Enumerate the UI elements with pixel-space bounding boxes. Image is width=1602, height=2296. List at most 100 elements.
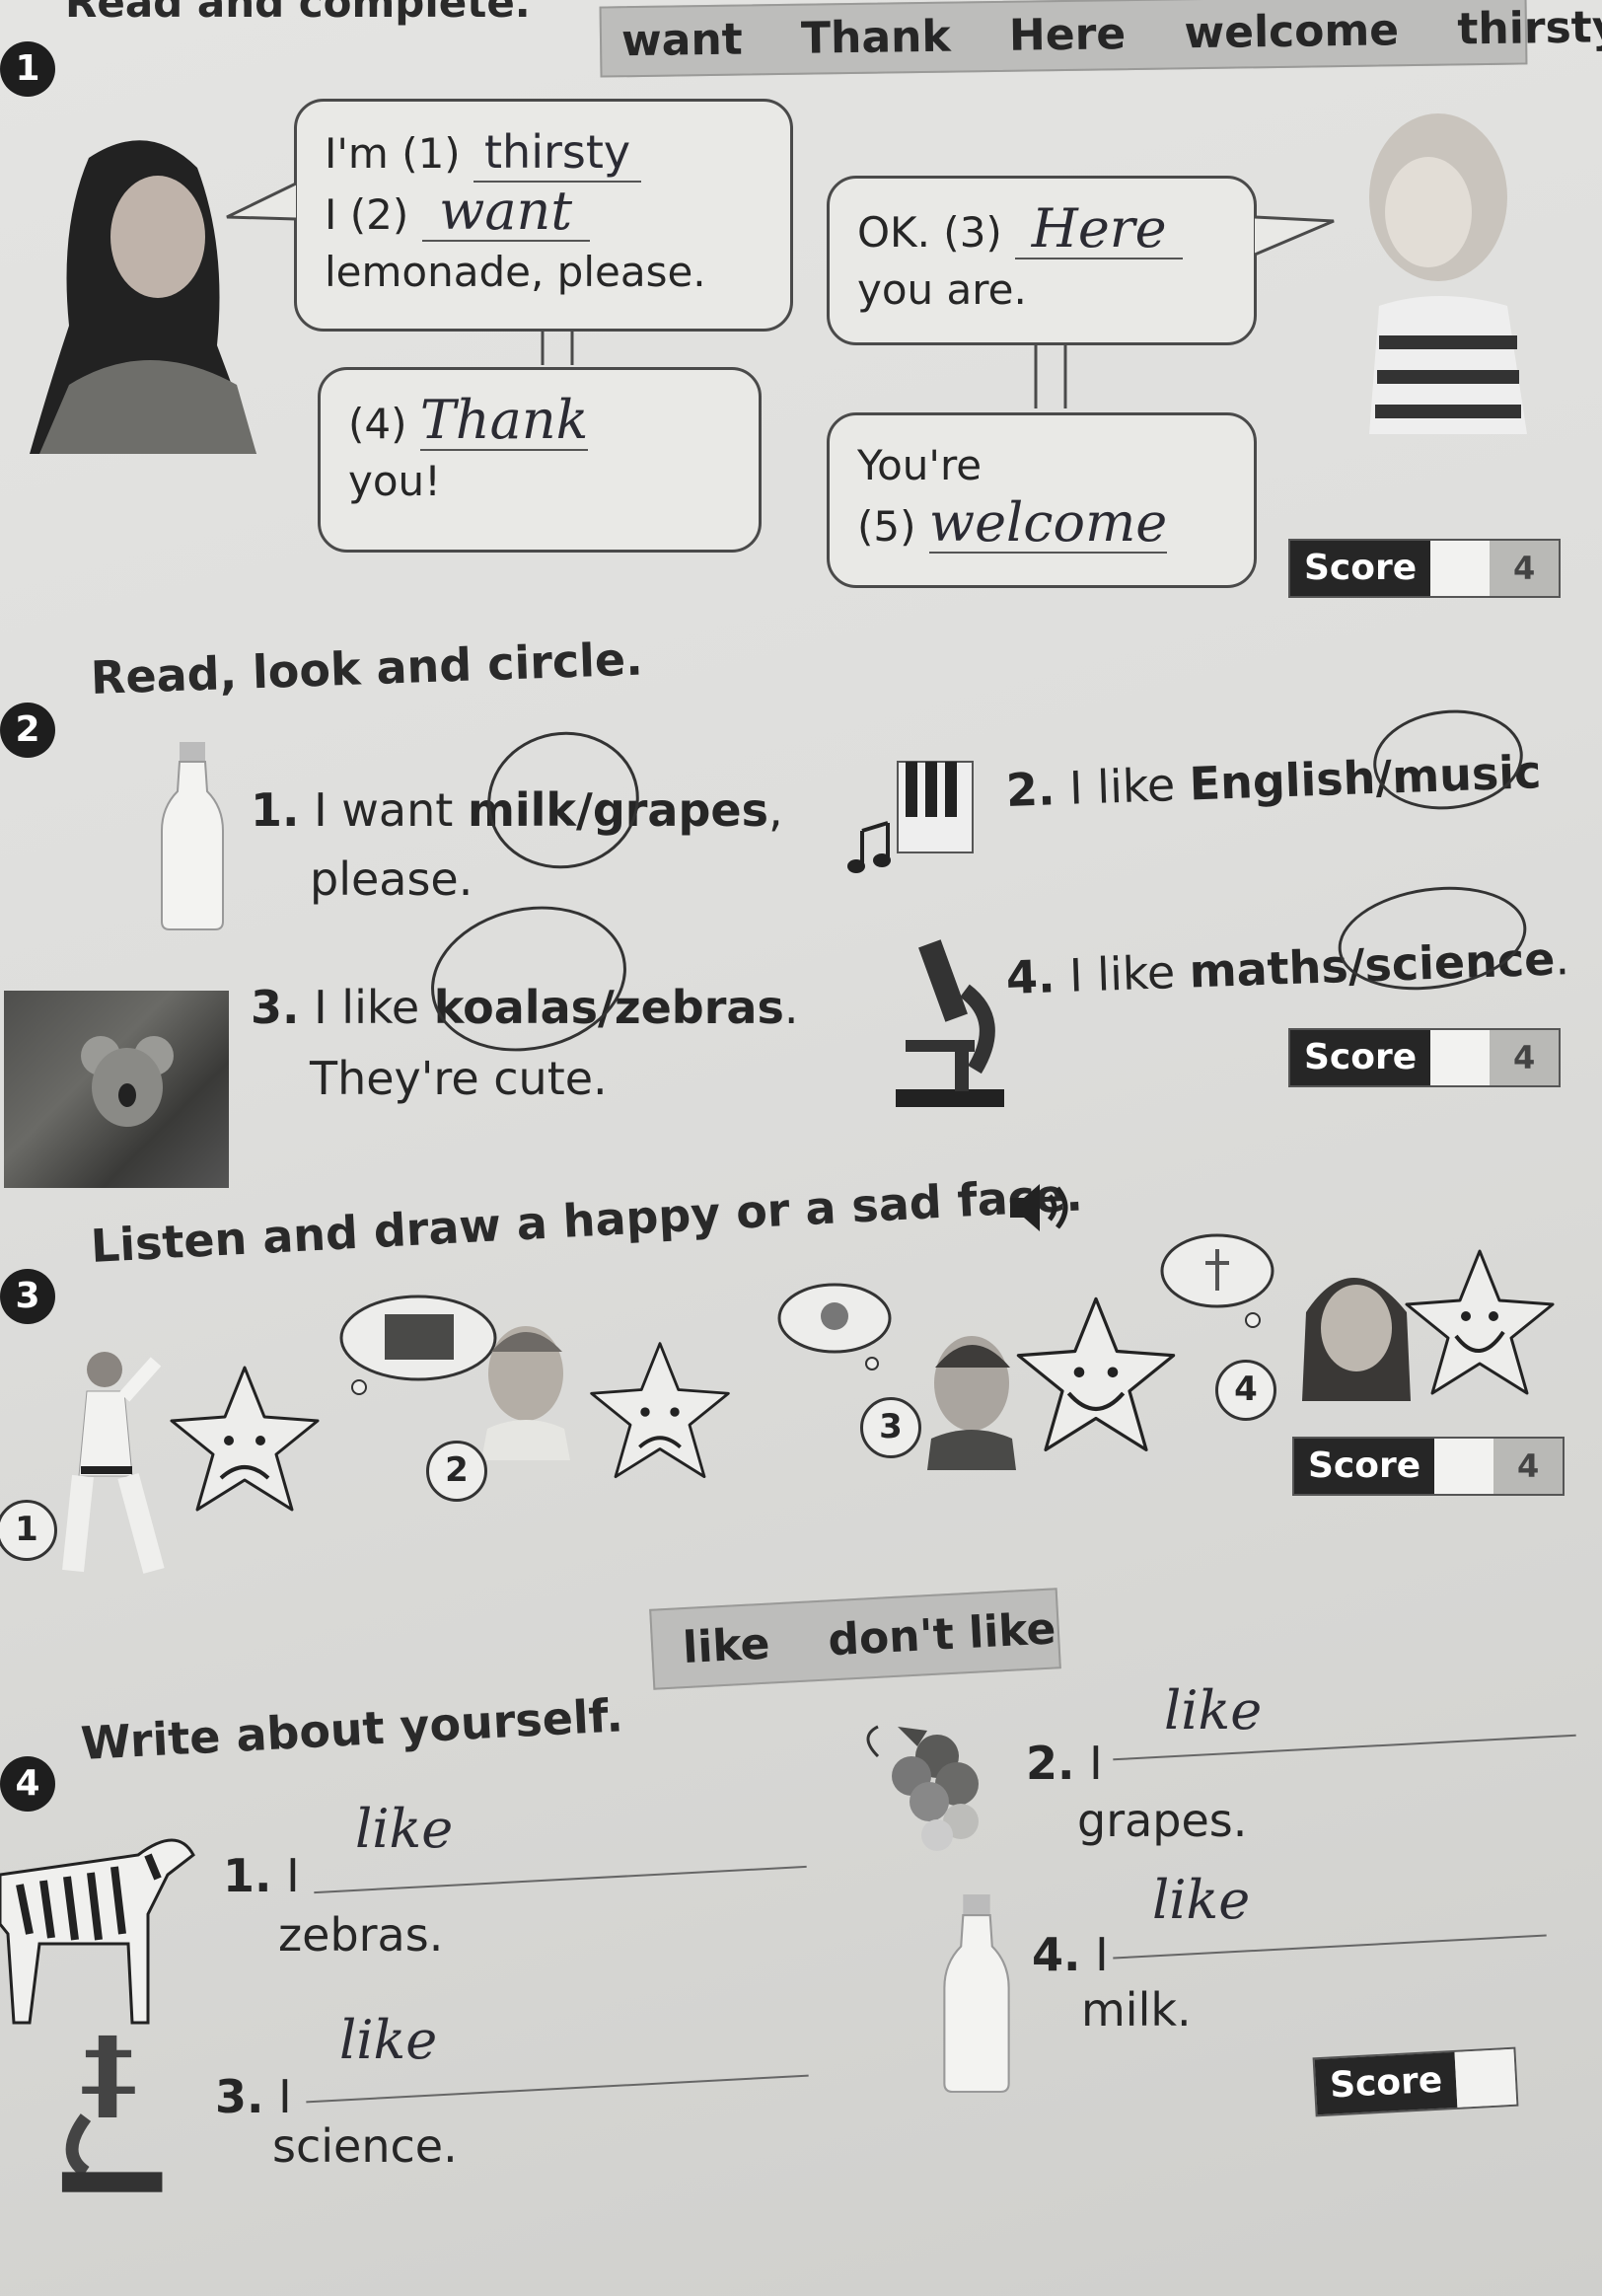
- item-text: I: [1089, 1737, 1103, 1790]
- answer-line-1: [314, 1865, 807, 1894]
- score-box[interactable]: [1454, 2048, 1517, 2108]
- label-circle-2: 2: [426, 1441, 487, 1502]
- punct: .: [783, 981, 799, 1034]
- bubble-1-tail: [226, 182, 297, 221]
- option-english[interactable]: English: [1189, 751, 1377, 811]
- score-label: Score: [1294, 1439, 1435, 1494]
- exercise-4-score: Score: [1312, 2046, 1519, 2117]
- score-max: 4: [1493, 1439, 1564, 1494]
- bubble-text: I (2): [325, 190, 409, 239]
- answer-thank[interactable]: Thank: [419, 392, 589, 451]
- answer-want[interactable]: want: [421, 183, 590, 242]
- item-text: I like: [314, 981, 420, 1034]
- bubble-text: You're: [857, 441, 983, 489]
- koala-photo: [4, 991, 229, 1188]
- score-max: 4: [1490, 1030, 1560, 1085]
- bubble-text: (5): [857, 502, 916, 551]
- bubble-text: (4): [348, 400, 407, 448]
- score-label: Score: [1314, 2051, 1458, 2115]
- word-bank-item: thirsty: [1457, 2, 1602, 55]
- punct: .: [1554, 931, 1570, 986]
- answer-line-3: [306, 2074, 809, 2104]
- exercise-4-heading: Write about yourself.: [79, 1688, 624, 1770]
- score-box[interactable]: [1434, 1439, 1494, 1494]
- exercise-4-word-bank: like don't like: [649, 1588, 1061, 1690]
- thought-bubble-3: [777, 1283, 892, 1370]
- word-bank-item: want: [620, 14, 744, 67]
- ex4-item-1-line2: zebras.: [278, 1908, 444, 1962]
- score-box[interactable]: [1430, 541, 1491, 596]
- answer-welcome[interactable]: welcome: [928, 494, 1168, 554]
- score-label: Score: [1290, 1030, 1431, 1085]
- option-maths[interactable]: maths: [1189, 939, 1349, 999]
- ex4-item-2-line2: grapes.: [1077, 1794, 1248, 1847]
- label-circle-3: 3: [860, 1397, 921, 1458]
- label-circle-4: 4: [1215, 1360, 1276, 1421]
- item-number: 1.: [223, 1849, 272, 1902]
- word-bank-item: like: [681, 1618, 771, 1674]
- bubble-text: lemonade, please.: [325, 248, 706, 296]
- item-number: 2.: [1005, 762, 1056, 817]
- boy-photo-2: [481, 1326, 570, 1460]
- bubble-text: I'm (1): [325, 129, 461, 178]
- ex2-item-1-line2: please.: [310, 852, 473, 906]
- answer-1-like[interactable]: like: [355, 1798, 453, 1860]
- speech-bubble-3: (4) Thank you!: [318, 367, 762, 553]
- item-text: I: [286, 1849, 300, 1902]
- ex4-item-2: 2. I: [1026, 1733, 1103, 1794]
- exercise-1-heading: Read and complete.: [65, 0, 531, 27]
- exercise-1-number: 1: [0, 41, 55, 97]
- karate-boy-illustration: [62, 1352, 165, 1574]
- option-zebras[interactable]: zebras: [615, 981, 784, 1034]
- bubble-text: OK. (3): [857, 208, 1002, 257]
- answer-circle-koalas: [417, 888, 640, 1070]
- word-bank-item: Thank: [800, 11, 952, 64]
- grapes-icon: [866, 1725, 979, 1851]
- ex4-item-4-line2: milk.: [1081, 1983, 1192, 2037]
- exercise-1-score: Score 4: [1288, 539, 1562, 598]
- thought-bubble-4: [1160, 1233, 1274, 1328]
- word-bank-item: welcome: [1184, 5, 1400, 59]
- bubble-text: you!: [348, 457, 442, 505]
- speech-bubble-1: I'm (1) thirsty I (2) want lemonade, ple…: [294, 99, 793, 332]
- bubble-2-tail: [1254, 215, 1335, 257]
- exercise-3-score: Score 4: [1292, 1437, 1566, 1496]
- item-text: I like: [1068, 945, 1177, 1002]
- ex4-item-4: 4. I: [1032, 1924, 1109, 1985]
- answer-4-like[interactable]: like: [1152, 1869, 1250, 1931]
- ex4-item-3-line2: science.: [272, 2119, 458, 2173]
- item-number: 3.: [215, 2070, 264, 2123]
- happy-face-star-4: [1405, 1249, 1555, 1395]
- koala-icon: [81, 1036, 174, 1127]
- sad-face-star-2: [590, 1342, 730, 1479]
- answer-line-4: [1113, 1934, 1547, 1960]
- label-circle-1: 1: [0, 1500, 57, 1561]
- milk-bottle-icon: [943, 1894, 1010, 2094]
- answer-here[interactable]: Here: [1015, 200, 1184, 259]
- milk-bottle-icon: [161, 742, 224, 930]
- score-box[interactable]: [1430, 1030, 1491, 1085]
- score-label: Score: [1290, 541, 1431, 596]
- speech-bubble-2: OK. (3) Here you are.: [827, 176, 1257, 345]
- audio-speaker-icon[interactable]: [1006, 1180, 1075, 1235]
- answer-thirsty[interactable]: thirsty: [473, 123, 642, 183]
- answer-2-like[interactable]: like: [1164, 1679, 1262, 1741]
- bubble-connector-right: [1034, 343, 1067, 408]
- ex2-item-3-line2: They're cute.: [310, 1052, 608, 1105]
- answer-3-like[interactable]: like: [339, 2009, 437, 2071]
- microscope-icon: [61, 2035, 163, 2192]
- exercise-2-number: 2: [0, 703, 55, 758]
- bubble-text: you are.: [857, 265, 1027, 314]
- boy-photo-3: [927, 1336, 1016, 1470]
- exercise-4-number: 4: [0, 1756, 55, 1812]
- worksheet-page: 1 Read and complete. want Thank Here wel…: [0, 0, 1602, 2296]
- exercise-3-number: 3: [0, 1269, 55, 1324]
- item-number: 4.: [1032, 1928, 1081, 1981]
- zebra-illustration: [0, 1838, 195, 2025]
- item-text: I like: [1068, 758, 1177, 815]
- exercise-2-score: Score 4: [1288, 1028, 1562, 1087]
- item-number: 3.: [251, 981, 300, 1034]
- girl-photo-illustration: [1369, 113, 1527, 434]
- item-number: 4.: [1005, 949, 1056, 1004]
- ex4-item-1: 1. I: [223, 1845, 300, 1906]
